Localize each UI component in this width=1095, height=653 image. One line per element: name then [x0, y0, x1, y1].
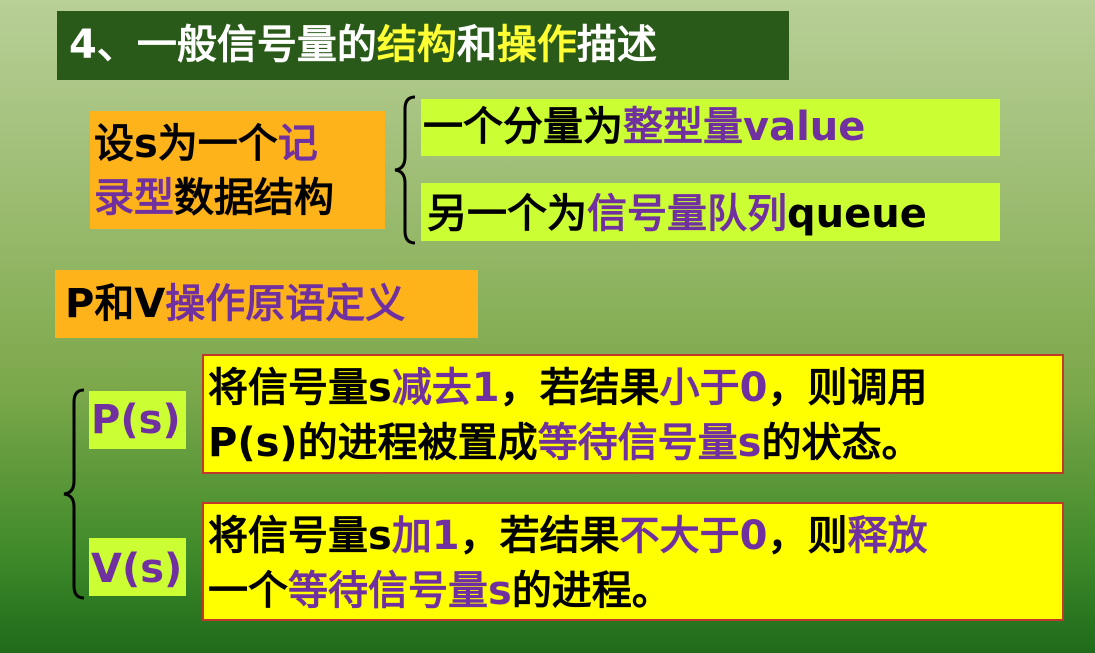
- v-operation-description: 将信号量s加1，若结果不大于0，则释放 一个等待信号量s的进程。: [202, 502, 1064, 621]
- p-operation-description: 将信号量s减去1，若结果小于0，则调用 P(s)的进程被置成等待信号量s的状态。: [202, 354, 1064, 474]
- record-brace: [394, 95, 416, 245]
- record-line1-text: 设s为一个: [94, 121, 278, 167]
- v-label-text: V(s): [91, 546, 183, 592]
- pv-outer-brace: [63, 388, 85, 600]
- component2-prefix: 另一个为: [427, 191, 587, 237]
- p-l1-d: 小于0: [659, 365, 768, 411]
- component-value-box: 一个分量为整型量value: [421, 99, 1000, 156]
- p-label-text: P(s): [91, 397, 181, 443]
- p-l1-e: ，则调用: [767, 365, 928, 411]
- title-suffix: 描述: [576, 22, 657, 68]
- v-l2-a: 一个: [208, 568, 288, 614]
- v-l2-c: 的进程。: [511, 568, 672, 614]
- title-prefix: 4、一般信号量的: [69, 22, 377, 68]
- v-operation-label: V(s): [89, 538, 186, 596]
- p-l2-b: 等待信号量s: [537, 420, 762, 466]
- record-definition-box: 设s为一个记 录型数据结构: [90, 111, 385, 229]
- v-l2-b: 等待信号量s: [288, 568, 512, 614]
- record-line2-highlight: 录型: [94, 175, 174, 221]
- component1-prefix: 一个分量为: [423, 104, 623, 150]
- component2-id: queue: [787, 191, 927, 237]
- record-line1-highlight: 记: [277, 121, 318, 167]
- v-l1-d: 不大于0: [619, 513, 768, 559]
- v-l1-f: 释放: [847, 513, 928, 559]
- p-l2-a: P(s)的进程被置成: [208, 420, 538, 466]
- v-l1-a: 将信号量s: [208, 513, 392, 559]
- p-l1-b: 减去1: [391, 365, 500, 411]
- component-queue-box: 另一个为信号量队列queue: [421, 183, 1000, 241]
- record-line2-text: 数据结构: [174, 175, 334, 221]
- p-l1-c: ，若结果: [499, 365, 660, 411]
- p-l2-c: 的状态。: [761, 420, 922, 466]
- component1-id: value: [743, 104, 866, 150]
- title-and: 和: [456, 22, 497, 68]
- title-structure: 结构: [376, 22, 457, 68]
- component1-name: 整型量: [623, 104, 743, 150]
- component2-name: 信号量队列: [587, 191, 787, 237]
- v-l1-b: 加1: [391, 513, 460, 559]
- pv-heading-name: 操作原语定义: [165, 281, 406, 327]
- p-l1-a: 将信号量s: [208, 365, 392, 411]
- pv-heading-prefix: P和V: [65, 281, 166, 327]
- p-operation-label: P(s): [89, 391, 186, 449]
- v-l1-e: ，则: [767, 513, 848, 559]
- v-l1-c: ，若结果: [459, 513, 620, 559]
- slide-title: 4、一般信号量的结构和操作描述: [57, 11, 789, 80]
- pv-heading-box: P和V操作原语定义: [55, 270, 478, 338]
- slide: 4、一般信号量的结构和操作描述 设s为一个记 录型数据结构 一个分量为整型量va…: [0, 0, 1095, 653]
- title-operation: 操作: [496, 22, 577, 68]
